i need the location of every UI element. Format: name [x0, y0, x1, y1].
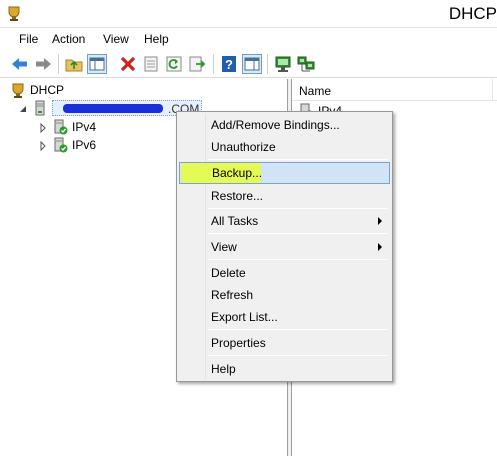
show-action-pane-icon[interactable] [242, 54, 262, 74]
menu-separator [208, 233, 388, 234]
menu-item-refresh[interactable]: Refresh [179, 284, 390, 306]
menu-item-all-tasks[interactable]: All Tasks [179, 210, 390, 232]
menu-item-delete[interactable]: Delete [179, 262, 390, 284]
menu-item-backup[interactable]: Backup... [179, 162, 390, 184]
help-icon[interactable]: ? [219, 54, 239, 74]
submenu-arrow-icon [378, 217, 382, 225]
server-icon [32, 100, 48, 116]
menu-item-add-remove-bindings[interactable]: Add/Remove Bindings... [179, 114, 390, 136]
menu-item-label: Unauthorize [211, 140, 276, 154]
column-header-name[interactable]: Name [292, 79, 497, 101]
menu-separator [208, 208, 388, 209]
column-divider[interactable] [492, 79, 493, 101]
properties-sheet-icon[interactable] [141, 54, 161, 74]
menu-action[interactable]: Action [52, 32, 85, 46]
menu-item-label: Backup... [212, 166, 263, 180]
server-status-icon[interactable] [273, 54, 293, 74]
menu-item-restore[interactable]: Restore... [179, 185, 390, 207]
toolbar: ? [0, 50, 497, 78]
dhcp-trophy-icon [10, 82, 26, 98]
menu-item-label: Restore... [211, 189, 264, 203]
submenu-arrow-icon [378, 243, 382, 251]
menu-help[interactable]: Help [144, 32, 169, 46]
menu-item-view[interactable]: View [179, 236, 390, 258]
menu-item-label: Refresh [211, 288, 254, 302]
back-icon[interactable] [10, 54, 30, 74]
forward-icon[interactable] [33, 54, 53, 74]
menu-item-label: View [211, 240, 237, 254]
svg-text:?: ? [225, 57, 233, 72]
tree-node-dhcp[interactable]: DHCP [10, 81, 64, 99]
dhcp-app-icon [6, 5, 22, 21]
menu-item-label: All Tasks [211, 214, 259, 228]
menu-separator [208, 329, 388, 330]
menu-separator [208, 259, 388, 260]
menu-item-export-list[interactable]: Export List... [179, 306, 390, 328]
column-header-label: Name [299, 84, 332, 98]
tree-node-ipv4[interactable]: IPv4 [38, 118, 96, 136]
menu-item-unauthorize[interactable]: Unauthorize [179, 136, 390, 158]
menu-item-properties[interactable]: Properties [179, 332, 390, 354]
menu-item-label: Export List... [211, 310, 278, 324]
menu-item-label: Properties [211, 336, 266, 350]
menu-item-label: Help [211, 362, 236, 376]
menu-view[interactable]: View [103, 32, 129, 46]
ipv6-server-icon [52, 137, 68, 153]
redaction-scribble [63, 104, 163, 113]
tree-node-server[interactable]: .COM [18, 99, 202, 117]
title-bar: DHCP [0, 0, 497, 28]
expand-triangle-icon[interactable] [38, 140, 48, 152]
context-menu: Add/Remove Bindings... Unauthorize Backu… [176, 111, 393, 382]
menu-file[interactable]: File [19, 32, 38, 46]
show-hide-tree-icon[interactable] [87, 54, 107, 74]
refresh-icon[interactable] [164, 54, 184, 74]
collapse-triangle-icon[interactable] [18, 103, 28, 113]
tree-label-ipv6: IPv6 [72, 138, 97, 152]
up-folder-icon[interactable] [64, 54, 84, 74]
tree-label-dhcp: DHCP [30, 83, 65, 97]
menu-item-help[interactable]: Help [179, 358, 390, 380]
ipv4-server-icon [52, 119, 68, 135]
menu-bar: File Action View Help [0, 28, 497, 50]
toolbar-separator [58, 54, 59, 74]
menu-separator [208, 159, 388, 160]
tree-node-ipv6[interactable]: IPv6 [38, 136, 96, 154]
delete-icon[interactable] [118, 54, 138, 74]
toolbar-separator [213, 54, 214, 74]
tree-label-ipv4: IPv4 [72, 120, 97, 134]
toolbar-separator [267, 54, 268, 74]
menu-separator [208, 355, 388, 356]
expand-triangle-icon[interactable] [38, 122, 48, 134]
window-title: DHCP [448, 4, 497, 23]
network-server-icon[interactable] [296, 54, 316, 74]
export-list-icon[interactable] [187, 54, 207, 74]
menu-item-label: Delete [211, 266, 246, 280]
menu-item-label: Add/Remove Bindings... [211, 118, 340, 132]
